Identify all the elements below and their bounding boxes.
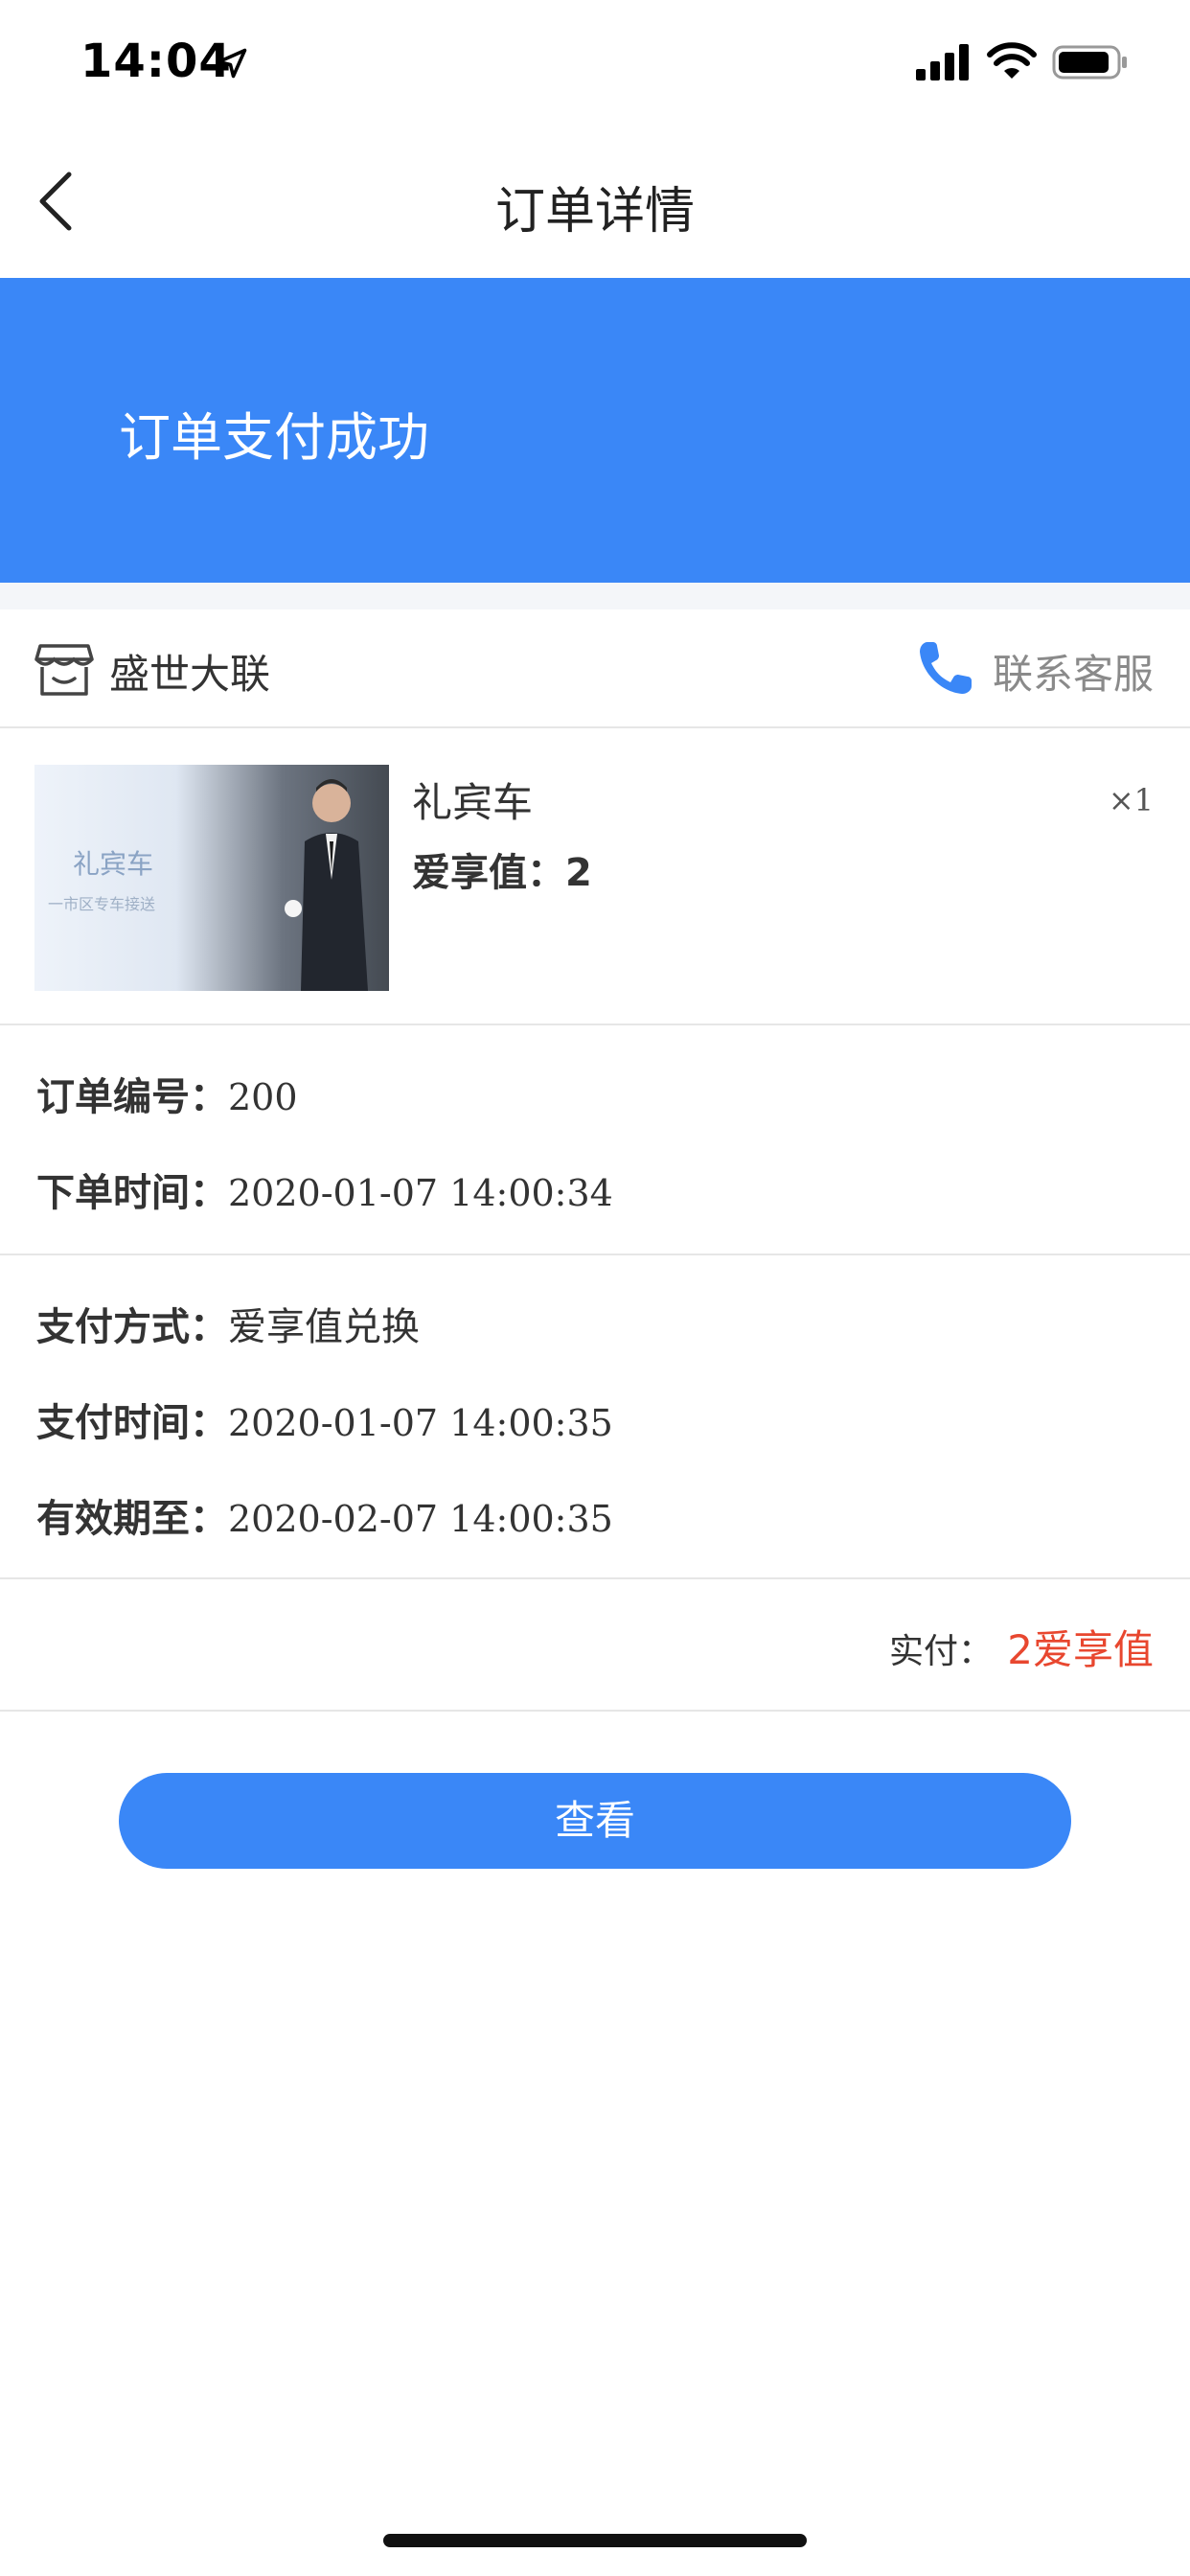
chauffeur-figure (285, 779, 368, 991)
nav-bar: 订单详情 (0, 126, 1190, 278)
payment-time-value: 2020-01-07 14:00:35 (228, 1402, 613, 1444)
section-divider (0, 583, 1190, 610)
payment-time-label: 支付时间： (36, 1401, 228, 1445)
order-number-value: 200 (228, 1076, 298, 1118)
view-button[interactable]: 查看 (119, 1773, 1071, 1869)
signal-icon (916, 44, 969, 80)
order-info-section: 订单编号：200 下单时间：2020-01-07 14:00:34 (0, 1025, 1190, 1255)
payment-method-value: 爱享值兑换 (228, 1305, 420, 1349)
thumb-title: 礼宾车 (73, 848, 154, 880)
payment-method-row: 支付方式：爱享值兑换 (36, 1296, 420, 1351)
page-title: 订单详情 (494, 183, 695, 241)
payment-time-row: 支付时间：2020-01-07 14:00:35 (36, 1392, 613, 1447)
shop-row: 盛世大联 联系客服 (0, 610, 1190, 728)
thumb-subtitle: 一市区专车接送 (48, 895, 156, 913)
store-icon (34, 644, 94, 696)
status-time: 14:04 (80, 34, 232, 88)
wifi-icon (987, 42, 1037, 79)
total-label: 实付： (888, 1632, 993, 1671)
valid-until-value: 2020-02-07 14:00:35 (228, 1498, 613, 1540)
total-value: 2爱享值 (1007, 1626, 1154, 1673)
product-item[interactable]: 礼宾车 一市区专车接送 礼宾车 爱享值：2 ×1 (0, 728, 1190, 1025)
contact-service-link[interactable]: 联系客服 (993, 642, 1154, 701)
product-points: 爱享值：2 (412, 851, 592, 895)
product-name: 礼宾车 (412, 779, 534, 826)
phone-icon[interactable] (916, 638, 975, 698)
shop-name[interactable]: 盛世大联 (109, 642, 270, 701)
order-number-label: 订单编号： (36, 1075, 228, 1119)
order-time-value: 2020-01-07 14:00:34 (228, 1172, 613, 1214)
product-quantity: ×1 (1108, 782, 1154, 818)
battery-icon (1052, 45, 1127, 80)
order-time-row: 下单时间：2020-01-07 14:00:34 (36, 1162, 613, 1217)
valid-until-row: 有效期至：2020-02-07 14:00:35 (36, 1487, 613, 1543)
payment-success-text: 订单支付成功 (119, 407, 429, 468)
status-banner: 订单支付成功 (0, 278, 1190, 583)
status-bar: 14:04 (0, 0, 1190, 126)
total-row: 实付： 2爱享值 (0, 1579, 1190, 1712)
order-number-row: 订单编号：200 (36, 1066, 298, 1121)
product-image: 礼宾车 一市区专车接送 (34, 765, 389, 991)
order-time-label: 下单时间： (36, 1171, 228, 1215)
home-indicator[interactable] (383, 2534, 807, 2547)
location-arrow-icon (217, 48, 247, 79)
valid-until-label: 有效期至： (36, 1497, 228, 1541)
payment-method-label: 支付方式： (36, 1305, 228, 1349)
payment-info-section: 支付方式：爱享值兑换 支付时间：2020-01-07 14:00:35 有效期至… (0, 1255, 1190, 1579)
